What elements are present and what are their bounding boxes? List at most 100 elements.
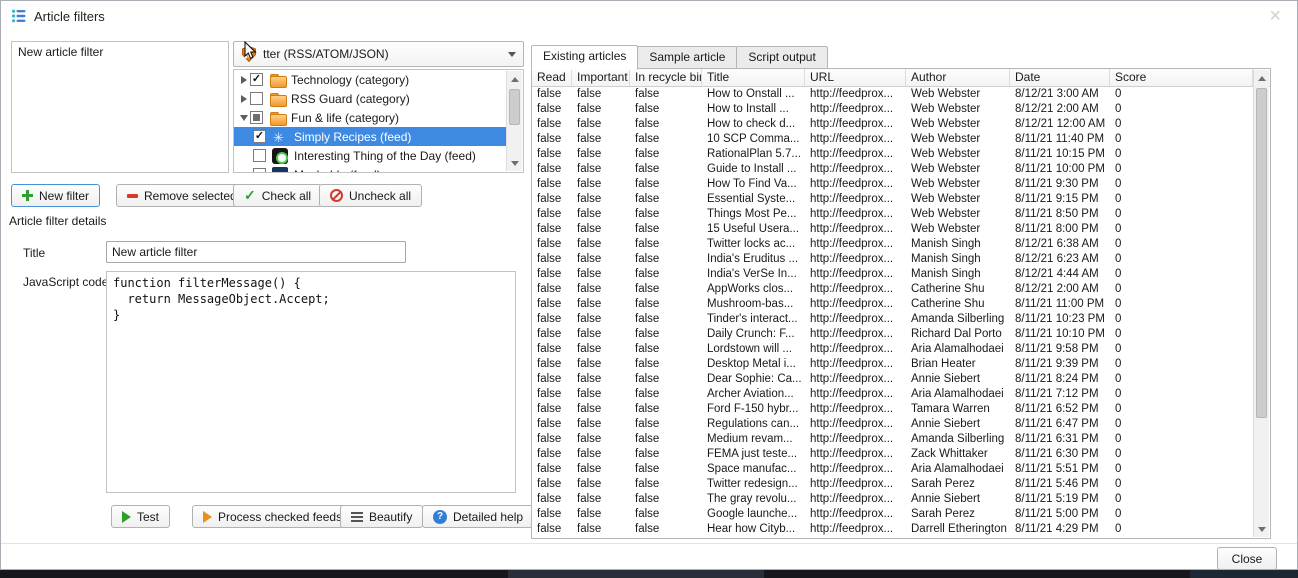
table-row[interactable]: falsefalsefalseRationalPlan 5.7...http:/…: [532, 147, 1253, 162]
checkmark-icon: [244, 188, 256, 203]
column-header-date[interactable]: Date: [1010, 69, 1110, 86]
table-cell: http://feedprox...: [805, 237, 906, 252]
column-header-score[interactable]: Score: [1110, 69, 1253, 86]
table-scrollbar[interactable]: [1253, 70, 1269, 537]
close-icon[interactable]: ×: [1263, 6, 1287, 26]
table-cell: 8/11/21 10:10 PM: [1010, 327, 1110, 342]
table-row[interactable]: falsefalsefalseDesktop Metal i...http://…: [532, 357, 1253, 372]
table-row[interactable]: falsefalsefalse15 Useful Usera...http://…: [532, 222, 1253, 237]
table-cell: 10 SCP Comma...: [702, 132, 805, 147]
table-row[interactable]: falsefalsefalseHow to Install ...http://…: [532, 102, 1253, 117]
table-cell: Web Webster: [906, 102, 1010, 117]
table-cell: Zack Whittaker: [906, 447, 1010, 462]
table-row[interactable]: falsefalsefalseThe gray revolu...http://…: [532, 492, 1253, 507]
table-row[interactable]: falsefalsefalseEssential Syste...http://…: [532, 192, 1253, 207]
table-cell: 0: [1110, 492, 1253, 507]
column-header-important[interactable]: Important: [572, 69, 630, 86]
table-row[interactable]: falsefalsefalseFord F-150 hybr...http://…: [532, 402, 1253, 417]
table-row[interactable]: falsefalsefalseThings Most Pe...http://f…: [532, 207, 1253, 222]
tree-item[interactable]: Mashable (feed): [234, 165, 506, 173]
table-cell: 8/12/21 2:00 AM: [1010, 102, 1110, 117]
table-row[interactable]: falsefalsefalseHow to Onstall ...http://…: [532, 87, 1253, 102]
table-cell: Catherine Shu: [906, 282, 1010, 297]
table-cell: false: [532, 207, 572, 222]
expander-icon[interactable]: [238, 93, 250, 105]
scroll-up-icon[interactable]: [1254, 70, 1269, 86]
table-cell: false: [630, 192, 702, 207]
table-row[interactable]: falsefalsefalseIndia's Eruditus ...http:…: [532, 252, 1253, 267]
column-header-title[interactable]: Title: [702, 69, 805, 86]
tab-sample-article[interactable]: Sample article: [637, 46, 737, 69]
table-row[interactable]: falsefalsefalseSpace manufac...http://fe…: [532, 462, 1253, 477]
new-filter-button[interactable]: New filter: [11, 184, 100, 207]
table-cell: false: [532, 312, 572, 327]
filter-list-item[interactable]: New article filter: [12, 42, 228, 62]
table-scrollbar-thumb[interactable]: [1256, 88, 1267, 418]
table-row[interactable]: falsefalsefalseTinder's interact...http:…: [532, 312, 1253, 327]
table-row[interactable]: falsefalsefalseFEMA just teste...http://…: [532, 447, 1253, 462]
tab-existing-articles[interactable]: Existing articles: [531, 45, 638, 70]
table-row[interactable]: falsefalsefalseArcher Aviation...http://…: [532, 387, 1253, 402]
table-cell: How To Find Va...: [702, 177, 805, 192]
table-row[interactable]: falsefalsefalseAppWorks clos...http://fe…: [532, 282, 1253, 297]
table-cell: http://feedprox...: [805, 372, 906, 387]
checkbox-unchecked[interactable]: [253, 149, 266, 162]
table-row[interactable]: falsefalsefalseLordstown will ...http://…: [532, 342, 1253, 357]
table-row[interactable]: falsefalsefalseHow To Find Va...http://f…: [532, 177, 1253, 192]
table-row[interactable]: falsefalsefalseTwitter redesign...http:/…: [532, 477, 1253, 492]
column-header-in-recycle-bin[interactable]: In recycle bin: [630, 69, 702, 86]
expander-icon[interactable]: [238, 74, 250, 86]
checkbox-unchecked[interactable]: [250, 92, 263, 105]
tree-item[interactable]: Interesting Thing of the Day (feed): [234, 146, 506, 165]
table-cell: false: [572, 222, 630, 237]
table-row[interactable]: falsefalsefalse10 SCP Comma...http://fee…: [532, 132, 1253, 147]
checkbox-partial[interactable]: [250, 111, 263, 124]
table-row[interactable]: falsefalsefalseIndia's VerSe In...http:/…: [532, 267, 1253, 282]
column-header-read[interactable]: Read: [532, 69, 572, 86]
detailed-help-button[interactable]: Detailed help: [422, 505, 534, 528]
table-row[interactable]: falsefalsefalseDear Sophie: Ca...http://…: [532, 372, 1253, 387]
tree-scrollbar-thumb[interactable]: [509, 89, 520, 125]
close-button[interactable]: Close: [1217, 547, 1277, 570]
table-cell: http://feedprox...: [805, 357, 906, 372]
table-row[interactable]: falsefalsefalseRegulations can...http://…: [532, 417, 1253, 432]
tree-item[interactable]: RSS Guard (category): [234, 89, 506, 108]
table-row[interactable]: falsefalsefalseHow to check d...http://f…: [532, 117, 1253, 132]
table-cell: false: [572, 402, 630, 417]
remove-selected-button[interactable]: Remove selected: [116, 184, 248, 207]
scroll-down-icon[interactable]: [1254, 521, 1269, 537]
tree-scrollbar[interactable]: [506, 71, 522, 171]
javascript-code-editor[interactable]: function filterMessage() { return Messag…: [106, 271, 516, 493]
table-cell: Aria Alamalhodaei: [906, 462, 1010, 477]
checkbox-unchecked[interactable]: [253, 168, 266, 173]
table-row[interactable]: falsefalsefalseGoogle launche...http://f…: [532, 507, 1253, 522]
account-combo[interactable]: tter (RSS/ATOM/JSON): [233, 41, 524, 67]
check-all-button[interactable]: Check all: [233, 184, 322, 207]
tree-item[interactable]: Fun & life (category): [234, 108, 506, 127]
process-checked-feeds-button[interactable]: Process checked feeds: [192, 505, 353, 528]
tree-item[interactable]: Simply Recipes (feed): [234, 127, 506, 146]
tree-item[interactable]: Technology (category): [234, 70, 506, 89]
table-row[interactable]: falsefalsefalseMushroom-bas...http://fee…: [532, 297, 1253, 312]
checkbox-checked[interactable]: [253, 130, 266, 143]
expander-icon[interactable]: [238, 112, 250, 124]
tab-script-output[interactable]: Script output: [736, 46, 827, 69]
table-row[interactable]: falsefalsefalseHear how Cityb...http://f…: [532, 522, 1253, 537]
scroll-up-icon[interactable]: [507, 71, 522, 87]
beautify-button[interactable]: Beautify: [340, 505, 423, 528]
column-header-url[interactable]: URL: [805, 69, 906, 86]
uncheck-all-button[interactable]: Uncheck all: [319, 184, 422, 207]
table-row[interactable]: falsefalsefalseGuide to Install ...http:…: [532, 162, 1253, 177]
checkbox-checked[interactable]: [250, 73, 263, 86]
table-row[interactable]: falsefalsefalseTwitter locks ac...http:/…: [532, 237, 1253, 252]
scroll-down-icon[interactable]: [507, 155, 522, 171]
table-cell: Annie Siebert: [906, 372, 1010, 387]
table-row[interactable]: falsefalsefalseMedium revam...http://fee…: [532, 432, 1253, 447]
table-cell: false: [572, 447, 630, 462]
table-cell: false: [572, 132, 630, 147]
table-row[interactable]: falsefalsefalseDaily Crunch: F...http://…: [532, 327, 1253, 342]
column-header-author[interactable]: Author: [906, 69, 1010, 86]
title-input[interactable]: [106, 241, 406, 263]
table-cell: http://feedprox...: [805, 492, 906, 507]
test-button[interactable]: Test: [111, 505, 170, 528]
